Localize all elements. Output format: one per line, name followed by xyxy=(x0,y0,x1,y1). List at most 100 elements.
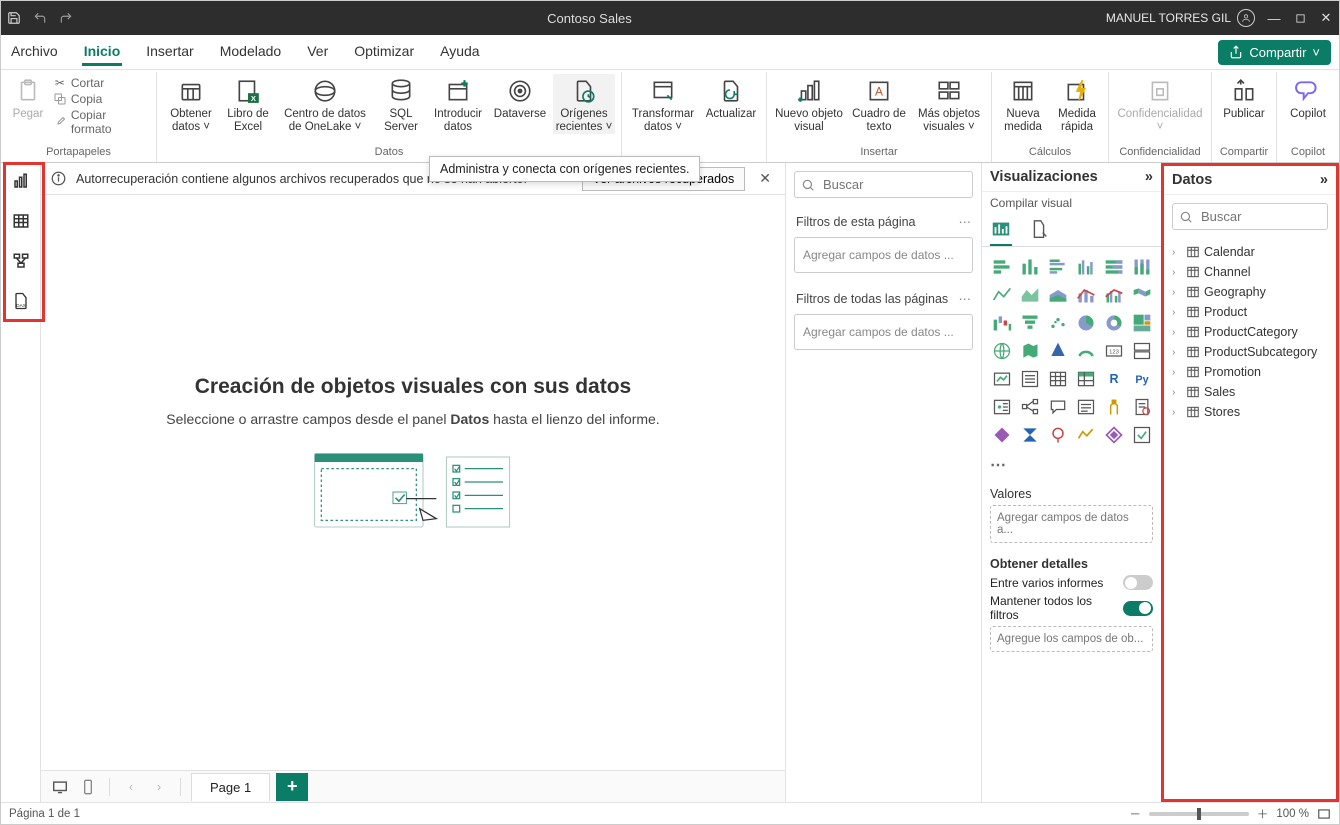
viz-map[interactable] xyxy=(990,339,1014,363)
report-view-icon[interactable] xyxy=(9,169,33,193)
close-infobar-button[interactable]: ✕ xyxy=(755,170,775,187)
menu-ver[interactable]: Ver xyxy=(305,39,330,66)
minimize-button[interactable]: ― xyxy=(1267,11,1281,25)
viz-r-visual[interactable]: R xyxy=(1102,367,1126,391)
viz-matrix[interactable] xyxy=(1074,367,1098,391)
viz-slicer[interactable] xyxy=(1018,367,1042,391)
viz-stacked-column[interactable] xyxy=(1018,255,1042,279)
viz-stacked-area[interactable] xyxy=(1046,283,1070,307)
refresh-button[interactable]: Actualizar xyxy=(702,74,760,121)
values-drop[interactable]: Agregar campos de datos a... xyxy=(990,505,1153,543)
viz-line-stacked-column[interactable] xyxy=(1074,283,1098,307)
more-icon[interactable]: ⋯ xyxy=(959,291,972,306)
format-visual-tab[interactable] xyxy=(1028,218,1050,246)
zoom-slider[interactable] xyxy=(1149,812,1249,816)
all-pages-filters-drop[interactable]: Agregar campos de datos ... xyxy=(794,314,973,350)
drillthrough-drop[interactable]: Agregue los campos de ob... xyxy=(990,626,1153,652)
table-productcategory[interactable]: ›ProductCategory xyxy=(1168,322,1332,342)
recent-sources-button[interactable]: Orígenes recientes ˅ xyxy=(553,74,615,134)
viz-goals[interactable] xyxy=(1102,395,1126,419)
collapse-icon[interactable]: » xyxy=(1320,172,1328,188)
viz-gauge[interactable] xyxy=(1074,339,1098,363)
build-visual-tab[interactable] xyxy=(990,218,1012,246)
close-button[interactable]: ✕ xyxy=(1319,11,1333,25)
collapse-icon[interactable]: » xyxy=(1145,169,1153,185)
viz-smart-narrative[interactable] xyxy=(1074,395,1098,419)
viz-paginated[interactable] xyxy=(1130,395,1154,419)
table-geography[interactable]: ›Geography xyxy=(1168,282,1332,302)
viz-100-stacked-column[interactable] xyxy=(1130,255,1154,279)
viz-python-visual[interactable]: Py xyxy=(1130,367,1154,391)
filters-search-input[interactable] xyxy=(821,176,1001,193)
transform-data-button[interactable]: Transformar datos ˅ xyxy=(628,74,698,134)
cross-report-toggle[interactable] xyxy=(1123,575,1153,590)
table-sales[interactable]: ›Sales xyxy=(1168,382,1332,402)
redo-icon[interactable] xyxy=(59,11,73,25)
page-tab-1[interactable]: Page 1 xyxy=(191,773,270,801)
viz-ribbon[interactable] xyxy=(1130,283,1154,307)
viz-custom[interactable] xyxy=(1130,423,1154,447)
table-promotion[interactable]: ›Promotion xyxy=(1168,362,1332,382)
save-icon[interactable] xyxy=(7,11,21,25)
publish-button[interactable]: Publicar xyxy=(1218,74,1270,121)
cut-button[interactable]: ✂Cortar xyxy=(53,76,150,90)
table-calendar[interactable]: ›Calendar xyxy=(1168,242,1332,262)
viz-kpi[interactable] xyxy=(990,367,1014,391)
viz-power-apps[interactable] xyxy=(990,423,1014,447)
data-search-input[interactable] xyxy=(1199,208,1340,225)
table-productsubcategory[interactable]: ›ProductSubcategory xyxy=(1168,342,1332,362)
menu-insertar[interactable]: Insertar xyxy=(144,39,195,66)
viz-card[interactable]: 123 xyxy=(1102,339,1126,363)
viz-100-stacked-bar[interactable] xyxy=(1102,255,1126,279)
viz-treemap[interactable] xyxy=(1130,311,1154,335)
new-visual-button[interactable]: Nuevo objeto visual xyxy=(773,74,845,134)
menu-modelado[interactable]: Modelado xyxy=(218,39,284,66)
viz-get-more[interactable] xyxy=(1102,423,1126,447)
more-visuals-button[interactable]: Más objetos visuales ˅ xyxy=(913,74,985,134)
paste-button[interactable]: Pegar xyxy=(7,74,49,121)
data-search[interactable] xyxy=(1172,203,1328,230)
get-data-button[interactable]: Obtener datos ˅ xyxy=(163,74,219,134)
viz-line-clustered-column[interactable] xyxy=(1102,283,1126,307)
viz-clustered-bar[interactable] xyxy=(1046,255,1070,279)
undo-icon[interactable] xyxy=(33,11,47,25)
format-painter-button[interactable]: Copiar formato xyxy=(53,108,150,136)
viz-stacked-bar[interactable] xyxy=(990,255,1014,279)
menu-archivo[interactable]: Archivo xyxy=(9,39,60,66)
menu-optimizar[interactable]: Optimizar xyxy=(352,39,416,66)
viz-clustered-column[interactable] xyxy=(1074,255,1098,279)
viz-scatter[interactable] xyxy=(1046,311,1070,335)
viz-multi-row-card[interactable] xyxy=(1130,339,1154,363)
table-product[interactable]: ›Product xyxy=(1168,302,1332,322)
viz-key-influencers[interactable] xyxy=(990,395,1014,419)
maximize-button[interactable] xyxy=(1293,11,1307,25)
viz-area[interactable] xyxy=(1018,283,1042,307)
viz-sparkline[interactable] xyxy=(1074,423,1098,447)
user-account[interactable]: MANUEL TORRES GIL xyxy=(1106,9,1255,27)
table-stores[interactable]: ›Stores xyxy=(1168,402,1332,422)
viz-funnel[interactable] xyxy=(1018,311,1042,335)
add-page-button[interactable]: + xyxy=(276,773,308,801)
zoom-out-button[interactable]: － xyxy=(1129,806,1141,822)
viz-arcgis[interactable] xyxy=(1046,423,1070,447)
viz-decomposition-tree[interactable] xyxy=(1018,395,1042,419)
new-measure-button[interactable]: Nueva medida xyxy=(998,74,1048,134)
viz-filled-map[interactable] xyxy=(1018,339,1042,363)
viz-more-options[interactable]: ⋯ xyxy=(982,455,1161,481)
copy-button[interactable]: Copia xyxy=(53,92,150,106)
desktop-layout-icon[interactable] xyxy=(49,777,71,797)
report-canvas[interactable]: Creación de objetos visuales con sus dat… xyxy=(41,195,785,770)
enter-data-button[interactable]: Introducir datos xyxy=(429,74,487,134)
dataverse-button[interactable]: Dataverse xyxy=(491,74,549,121)
viz-line[interactable] xyxy=(990,283,1014,307)
table-view-icon[interactable] xyxy=(9,209,33,233)
filters-search[interactable] xyxy=(794,171,973,198)
viz-donut[interactable] xyxy=(1102,311,1126,335)
quick-measure-button[interactable]: Medida rápida xyxy=(1052,74,1102,134)
onelake-button[interactable]: Centro de datos de OneLake ˅ xyxy=(277,74,373,134)
fit-to-page-icon[interactable] xyxy=(1317,808,1331,820)
menu-ayuda[interactable]: Ayuda xyxy=(438,39,481,66)
zoom-in-button[interactable]: ＋ xyxy=(1257,806,1269,822)
textbox-button[interactable]: ACuadro de texto xyxy=(849,74,909,134)
keep-filters-toggle[interactable] xyxy=(1123,601,1153,616)
